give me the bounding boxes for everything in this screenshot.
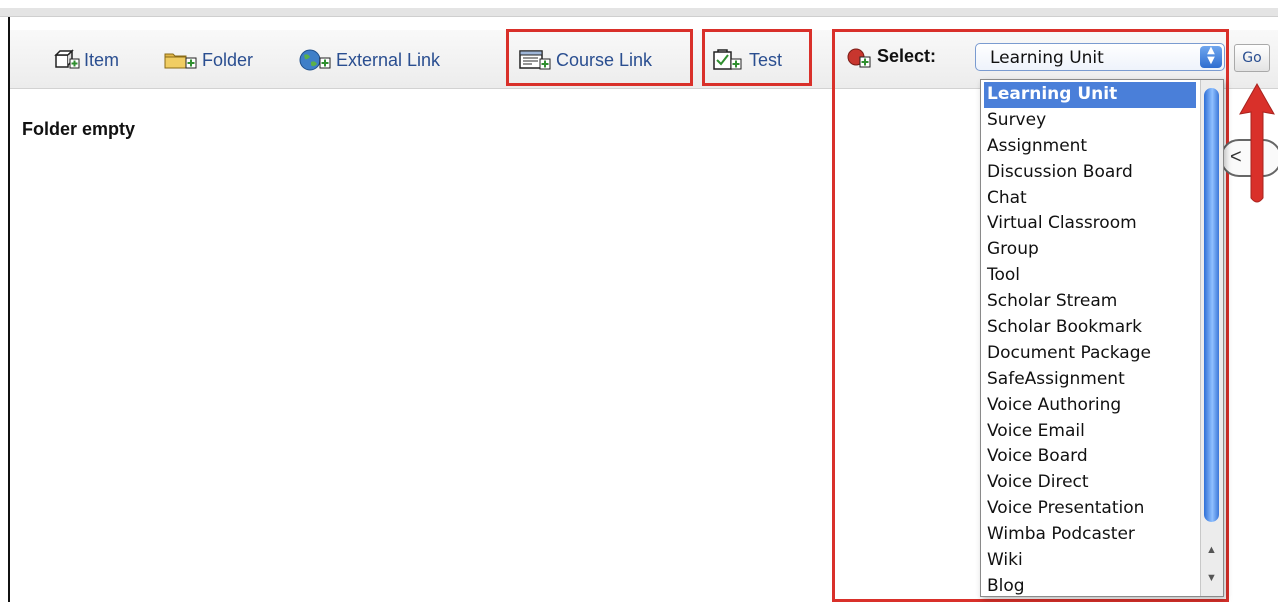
- dropdown-option[interactable]: Virtual Classroom: [984, 211, 1196, 237]
- add-external-link-button[interactable]: External Link: [298, 47, 440, 73]
- dropdown-option[interactable]: Voice Direct: [984, 470, 1196, 496]
- dropdown-option[interactable]: Wimba Podcaster: [984, 522, 1196, 548]
- dropdown-option[interactable]: Wiki: [984, 548, 1196, 574]
- scroll-down-icon[interactable]: ▼: [1206, 572, 1217, 584]
- dropdown-option[interactable]: Scholar Stream: [984, 289, 1196, 315]
- course-link-highlight: [506, 29, 693, 86]
- dropdown-option[interactable]: Group: [984, 237, 1196, 263]
- dropdown-option[interactable]: SafeAssignment: [984, 367, 1196, 393]
- item-label: Item: [84, 49, 120, 70]
- dropdown-option[interactable]: Voice Email: [984, 419, 1196, 445]
- dropdown-option[interactable]: Blog: [984, 574, 1196, 600]
- add-tool-icon: [847, 48, 871, 68]
- dropdown-option[interactable]: Learning Unit: [984, 82, 1196, 108]
- test-highlight: [702, 29, 812, 86]
- dropdown-scrollbar[interactable]: ▲ ▼: [1200, 80, 1223, 596]
- add-folder-button[interactable]: Folder: [164, 47, 253, 73]
- folder-icon: [164, 53, 197, 69]
- dropdown-options: Learning Unit Survey Assignment Discussion …: [984, 82, 1196, 600]
- scrollbar-thumb[interactable]: [1204, 88, 1219, 522]
- dropdown-option[interactable]: Chat: [984, 186, 1196, 212]
- top-divider: [0, 8, 1278, 17]
- go-button[interactable]: Go: [1234, 44, 1270, 72]
- dropdown-option[interactable]: Voice Presentation: [984, 496, 1196, 522]
- arrow-up-annotation-icon: [1239, 82, 1275, 203]
- select-label: Select:: [877, 46, 937, 66]
- globe-icon: [299, 49, 331, 71]
- select-dropdown-list[interactable]: Learning Unit Survey Assignment Discussion …: [980, 79, 1224, 597]
- dropdown-option[interactable]: Discussion Board: [984, 160, 1196, 186]
- select-arrows-icon: ▲ ▼: [1200, 46, 1222, 68]
- scroll-up-icon[interactable]: ▲: [1206, 544, 1217, 556]
- dropdown-option[interactable]: Survey: [984, 108, 1196, 134]
- external-link-label: External Link: [336, 49, 441, 70]
- dropdown-option[interactable]: Voice Authoring: [984, 393, 1196, 419]
- folder-empty-message: Folder empty: [22, 119, 136, 139]
- folder-label: Folder: [202, 49, 254, 70]
- dropdown-option[interactable]: Assignment: [984, 134, 1196, 160]
- item-icon: [54, 49, 80, 69]
- dropdown-option[interactable]: Tool: [984, 263, 1196, 289]
- select-value: Learning Unit: [990, 48, 1104, 68]
- dropdown-option[interactable]: Voice Board: [984, 444, 1196, 470]
- left-border: [8, 17, 10, 602]
- tool-type-select[interactable]: Learning Unit ▲ ▼: [975, 43, 1225, 71]
- add-item-button[interactable]: Item: [54, 47, 119, 73]
- dropdown-option[interactable]: Scholar Bookmark: [984, 315, 1196, 341]
- dropdown-option[interactable]: Document Package: [984, 341, 1196, 367]
